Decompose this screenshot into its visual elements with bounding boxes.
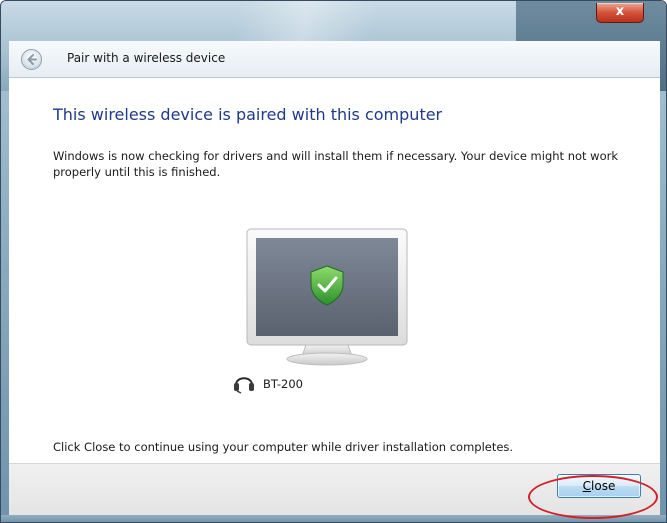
pair-device-window: x Pair with a wireless device This wirel… (0, 0, 667, 523)
close-label: lose (591, 479, 616, 493)
description-text: Windows is now checking for drivers and … (53, 149, 619, 179)
wizard-content: This wireless device is paired with this… (9, 78, 660, 463)
close-mnemonic: C (582, 479, 592, 493)
page-heading: This wireless device is paired with this… (53, 105, 443, 124)
window-close-button[interactable]: x (596, 3, 644, 23)
device-name: BT-200 (263, 377, 303, 391)
window-bottom-border (1, 515, 666, 522)
wizard-title: Pair with a wireless device (67, 51, 226, 65)
wizard-header: Pair with a wireless device (9, 41, 660, 78)
back-button[interactable] (21, 49, 42, 70)
monitor-icon (246, 228, 408, 366)
back-arrow-icon (27, 54, 37, 65)
close-icon: x (615, 4, 625, 19)
close-button[interactable]: Close (557, 474, 641, 498)
headset-icon (234, 377, 254, 394)
button-bar: Close (9, 463, 660, 516)
footer-instruction: Click Close to continue using your compu… (53, 440, 514, 454)
